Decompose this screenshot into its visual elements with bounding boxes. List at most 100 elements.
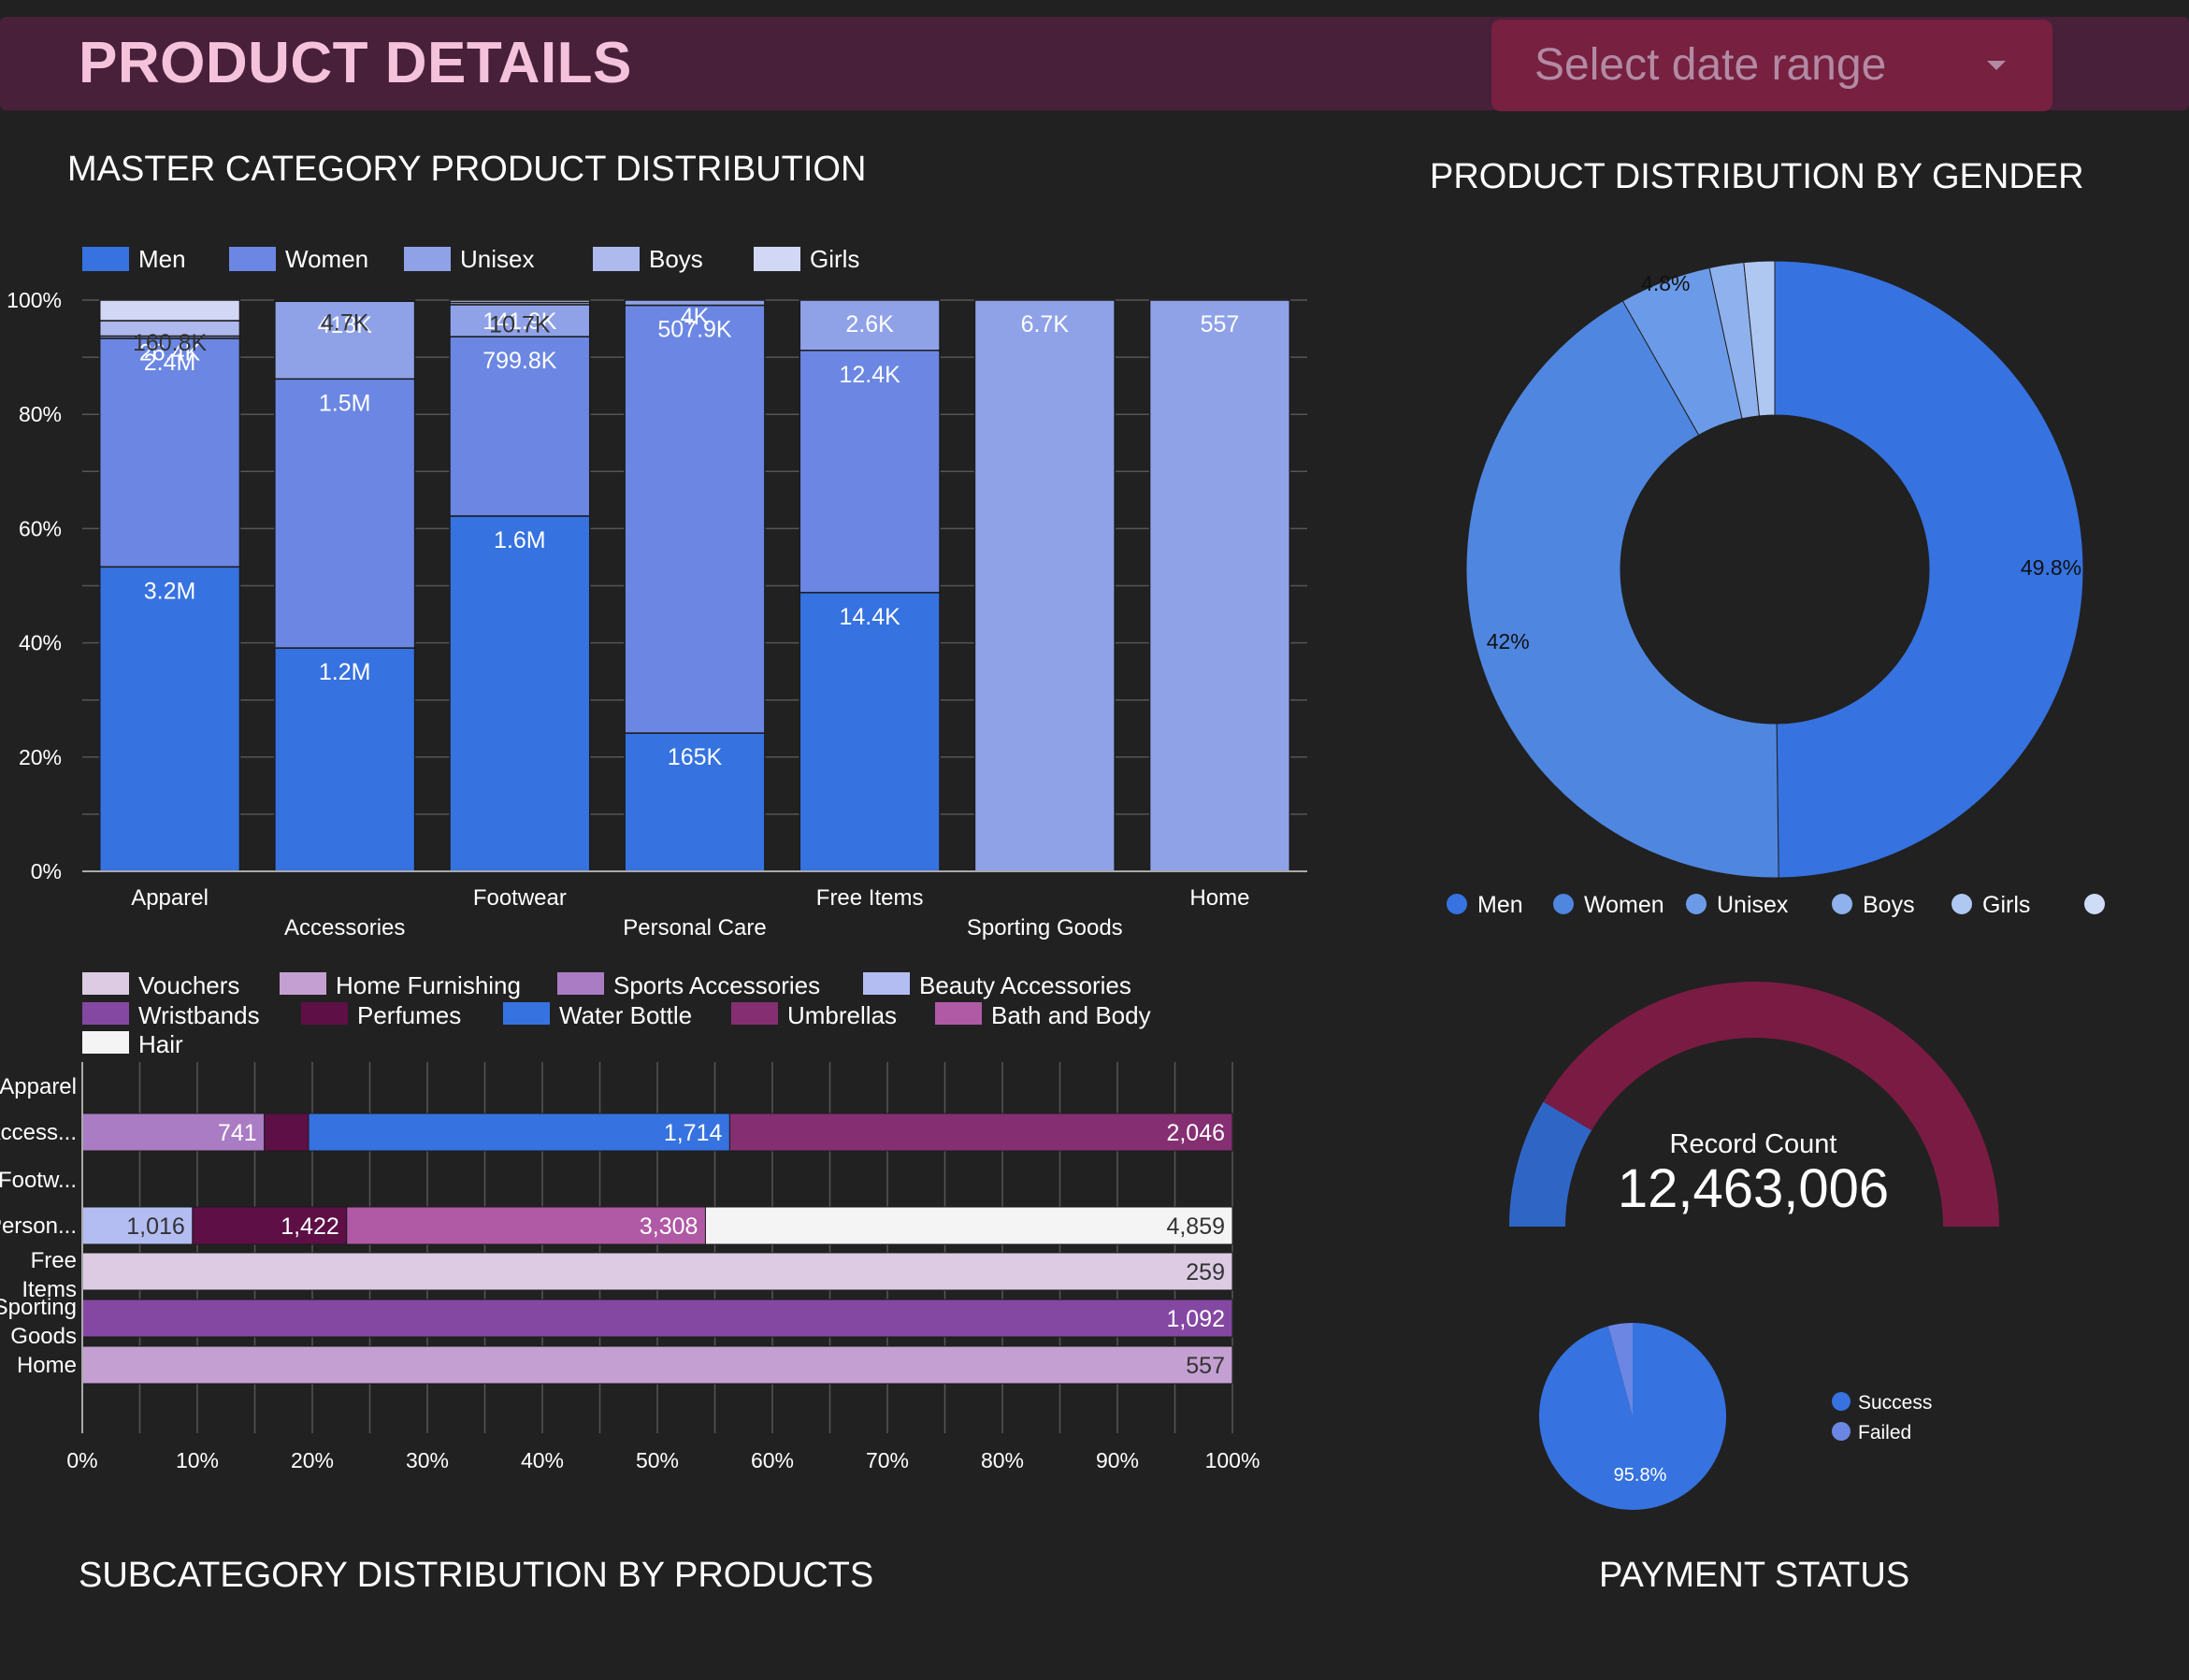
gender-legend-label-women: Women — [1584, 892, 1664, 918]
gender-legend-dot-men — [1447, 894, 1467, 914]
sub-y-tick-label: Sporting — [0, 1295, 77, 1320]
master-data-label: 165K — [668, 744, 723, 770]
master-legend-label-women: Women — [285, 245, 368, 273]
sub-data-label: 3,308 — [640, 1213, 698, 1240]
sub-x-tick-label: 10% — [176, 1448, 219, 1472]
sub-legend-swatch-perfumes — [301, 1002, 348, 1025]
master-y-tick-label: 20% — [19, 745, 62, 769]
sub-legend-label-wristbands: Wristbands — [138, 1001, 260, 1029]
master-x-tick-label: Accessories — [284, 915, 405, 941]
payment-legend-dot-success — [1832, 1392, 1851, 1411]
sub-legend-swatch-hair — [82, 1031, 129, 1054]
master-data-label: 4K — [681, 304, 710, 330]
master-x-tick-label: Footwear — [473, 885, 567, 911]
dashboard-charts: 0% 20% 40% 60% 80% 100% Men Women Unisex Boys Girl… — [0, 245, 2105, 1510]
master-data-label: 14.4K — [839, 604, 900, 630]
master-data-label: 557 — [1201, 311, 1240, 337]
sub-legend-swatch-water-bottle — [503, 1002, 550, 1025]
sub-legend-label-bath-and-body: Bath and Body — [991, 1001, 1151, 1029]
sub-data-label: 557 — [1186, 1353, 1225, 1379]
master-data-label: 160.8K — [133, 330, 208, 356]
master-data-label: 1.2M — [319, 659, 371, 685]
master-y-tick-label: 80% — [19, 402, 62, 426]
master-bar-apparel-girls — [98, 299, 241, 322]
master-y-tick-label: 40% — [19, 631, 62, 655]
sub-legend-swatch-vouchers — [82, 972, 129, 995]
sub-data-label: 1,714 — [664, 1120, 723, 1146]
sub-legend-swatch-wristbands — [82, 1002, 129, 1025]
payment-slice-label-success: 95.8% — [1614, 1465, 1667, 1486]
master-y-tick-label: 0% — [31, 859, 62, 883]
sub-y-tick-label: Home — [17, 1353, 77, 1378]
master-data-label: 1.5M — [319, 390, 371, 416]
master-bar-sporting-goods-unisex — [973, 299, 1116, 872]
payment-legend-dot-failed — [1832, 1422, 1851, 1441]
sub-y-tick-label: Access... — [0, 1120, 77, 1145]
gender-legend-dot-girls — [1951, 894, 1972, 914]
master-data-label: 2.6K — [845, 311, 894, 337]
sub-legend-label-perfumes: Perfumes — [357, 1001, 461, 1029]
payment-legend-label-failed: Failed — [1858, 1422, 1911, 1443]
gender-legend-dot-women — [1553, 894, 1574, 914]
sub-bar-access-perfumes — [264, 1113, 310, 1152]
master-data-label: 6.7K — [1021, 311, 1070, 337]
sub-x-tick-label: 50% — [636, 1448, 679, 1472]
master-legend-swatch-unisex — [404, 247, 451, 271]
sub-x-tick-label: 90% — [1096, 1448, 1139, 1472]
gender-slice-label-women: 42% — [1487, 629, 1530, 653]
sub-legend-swatch-beauty-accessories — [863, 972, 910, 995]
gender-legend-label-unisex: Unisex — [1717, 892, 1789, 918]
sub-x-tick-label: 60% — [751, 1448, 794, 1472]
master-y-tick-label: 100% — [7, 288, 62, 312]
sub-bar-person-hair — [704, 1206, 1233, 1245]
sub-data-label: 2,046 — [1166, 1120, 1225, 1146]
gender-legend-dot-more — [2084, 894, 2105, 914]
record-count-value: 12,463,006 — [1617, 1158, 1890, 1219]
master-bar-footwear-girls — [449, 299, 591, 304]
gender-legend-label-men: Men — [1477, 892, 1523, 918]
master-x-tick-label: Apparel — [131, 885, 209, 911]
master-x-tick-label: Free Items — [816, 885, 924, 911]
sub-data-label: 741 — [218, 1120, 257, 1146]
sub-x-tick-label: 80% — [981, 1448, 1024, 1472]
sub-bar-home-home-furnishing — [81, 1345, 1233, 1385]
master-data-label: 3.2M — [144, 578, 196, 604]
sub-data-label: 1,092 — [1166, 1306, 1225, 1332]
sub-data-label: 1,016 — [126, 1213, 185, 1240]
gender-slice-label-men: 49.8% — [2021, 555, 2081, 580]
master-x-tick-label: Home — [1189, 885, 1249, 911]
master-bar-free-items-men — [799, 592, 941, 872]
sub-legend-label-beauty-accessories: Beauty Accessories — [919, 971, 1131, 999]
master-legend-label-girls: Girls — [810, 245, 859, 273]
master-legend-swatch-girls — [754, 247, 800, 271]
sub-bar-free-items-vouchers — [81, 1252, 1233, 1291]
master-legend-label-unisex: Unisex — [460, 245, 534, 273]
master-x-tick-label: Personal Care — [623, 915, 766, 941]
sub-y-tick-label: Goods — [10, 1324, 77, 1349]
master-legend-label-men: Men — [138, 245, 186, 273]
master-data-label: 799.8K — [482, 348, 557, 374]
master-bar-home-unisex — [1148, 299, 1291, 872]
sub-legend-label-umbrellas: Umbrellas — [787, 1001, 897, 1029]
payment-legend-label-success: Success — [1858, 1392, 1932, 1414]
sub-x-tick-label: 70% — [866, 1448, 909, 1472]
record-count-label: Record Count — [1669, 1129, 1837, 1159]
master-y-tick-label: 60% — [19, 516, 62, 540]
sub-legend-label-water-bottle: Water Bottle — [559, 1001, 692, 1029]
sub-legend-label-home-furnishing: Home Furnishing — [336, 971, 521, 999]
master-data-label: 1.6M — [494, 527, 546, 553]
sub-legend-swatch-umbrellas — [731, 1002, 778, 1025]
master-x-tick-label: Sporting Goods — [967, 915, 1123, 941]
sub-legend-swatch-sports-accessories — [557, 972, 604, 995]
master-legend-swatch-women — [229, 247, 276, 271]
sub-x-tick-label: 40% — [521, 1448, 564, 1472]
sub-y-tick-label: Person... — [0, 1213, 77, 1239]
sub-x-tick-label: 100% — [1205, 1448, 1260, 1472]
sub-x-tick-label: 30% — [406, 1448, 449, 1472]
gender-legend-dot-unisex — [1686, 894, 1707, 914]
sub-legend-label-vouchers: Vouchers — [138, 971, 239, 999]
sub-data-label: 259 — [1186, 1259, 1225, 1285]
gender-legend-label-girls: Girls — [1982, 892, 2030, 918]
gender-slice-label-unisex: 4.8% — [1641, 271, 1690, 295]
master-data-label: 4.7K — [321, 309, 369, 336]
